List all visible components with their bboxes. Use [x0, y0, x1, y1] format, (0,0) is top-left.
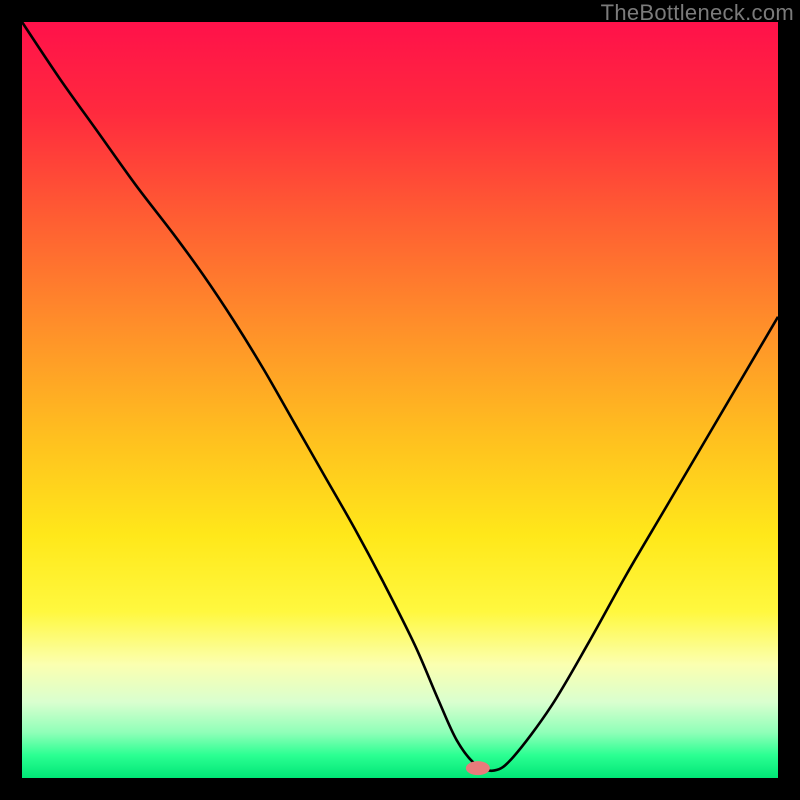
optimal-point-marker-icon	[466, 761, 490, 775]
bottleneck-curve-path	[22, 22, 778, 771]
bottleneck-curve-svg	[22, 22, 778, 778]
watermark-label: TheBottleneck.com	[601, 0, 794, 26]
chart-frame: TheBottleneck.com	[0, 0, 800, 800]
plot-area	[22, 22, 778, 778]
